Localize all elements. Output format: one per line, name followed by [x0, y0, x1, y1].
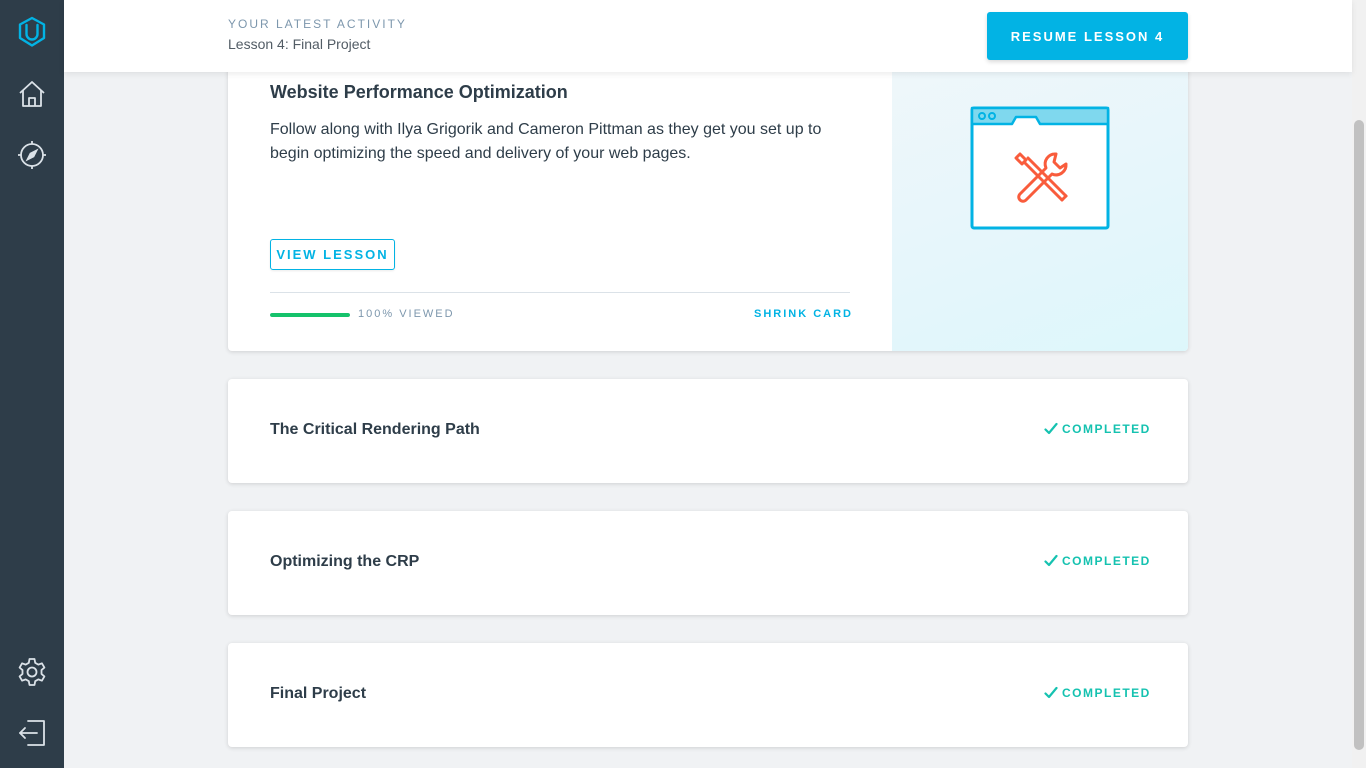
lesson-title: The Critical Rendering Path [270, 421, 480, 438]
progress-bar [270, 313, 350, 317]
completed-label: COMPLETED [1062, 422, 1151, 436]
gear-icon[interactable] [14, 654, 50, 690]
shrink-card-link[interactable]: SHRINK CARD [754, 308, 853, 320]
latest-activity-kicker: YOUR LATEST ACTIVITY [228, 17, 407, 31]
browser-tools-icon [970, 106, 1110, 230]
progress-fill [270, 313, 350, 317]
checkmark-icon [1044, 422, 1058, 435]
lesson-card[interactable]: The Critical Rendering Path COMPLETED [228, 379, 1188, 483]
completed-label: COMPLETED [1062, 686, 1151, 700]
lesson-status: COMPLETED [1044, 554, 1151, 568]
lesson-title: Final Project [270, 685, 367, 702]
home-icon[interactable] [14, 76, 50, 112]
card-title: Website Performance Optimization [270, 82, 568, 102]
lesson-status: COMPLETED [1044, 686, 1151, 700]
lesson-card[interactable]: Optimizing the CRP COMPLETED [228, 511, 1188, 615]
latest-activity-title[interactable]: Lesson 4: Final Project [228, 36, 370, 52]
lesson-card[interactable]: Final Project COMPLETED [228, 643, 1188, 747]
checkmark-icon [1044, 554, 1058, 567]
logout-icon[interactable] [14, 715, 50, 751]
view-lesson-button[interactable]: VIEW LESSON [270, 239, 395, 270]
progress-label: 100% VIEWED [358, 308, 455, 320]
compass-icon[interactable] [14, 137, 50, 173]
udacity-logo-icon[interactable] [14, 14, 50, 50]
sidebar [0, 0, 64, 768]
scrollbar-thumb[interactable] [1354, 120, 1364, 750]
completed-label: COMPLETED [1062, 554, 1151, 568]
lesson-overview-card: Website Performance Optimization Follow … [228, 40, 1188, 351]
checkmark-icon [1044, 686, 1058, 699]
card-description: Follow along with Ilya Grigorik and Came… [270, 121, 822, 162]
activity-header: YOUR LATEST ACTIVITY Lesson 4: Final Pro… [64, 0, 1352, 72]
card-divider [270, 292, 850, 293]
resume-lesson-button[interactable]: RESUME LESSON 4 [987, 12, 1188, 60]
lesson-status: COMPLETED [1044, 422, 1151, 436]
card-illustration [892, 40, 1188, 351]
lesson-title: Optimizing the CRP [270, 553, 420, 570]
